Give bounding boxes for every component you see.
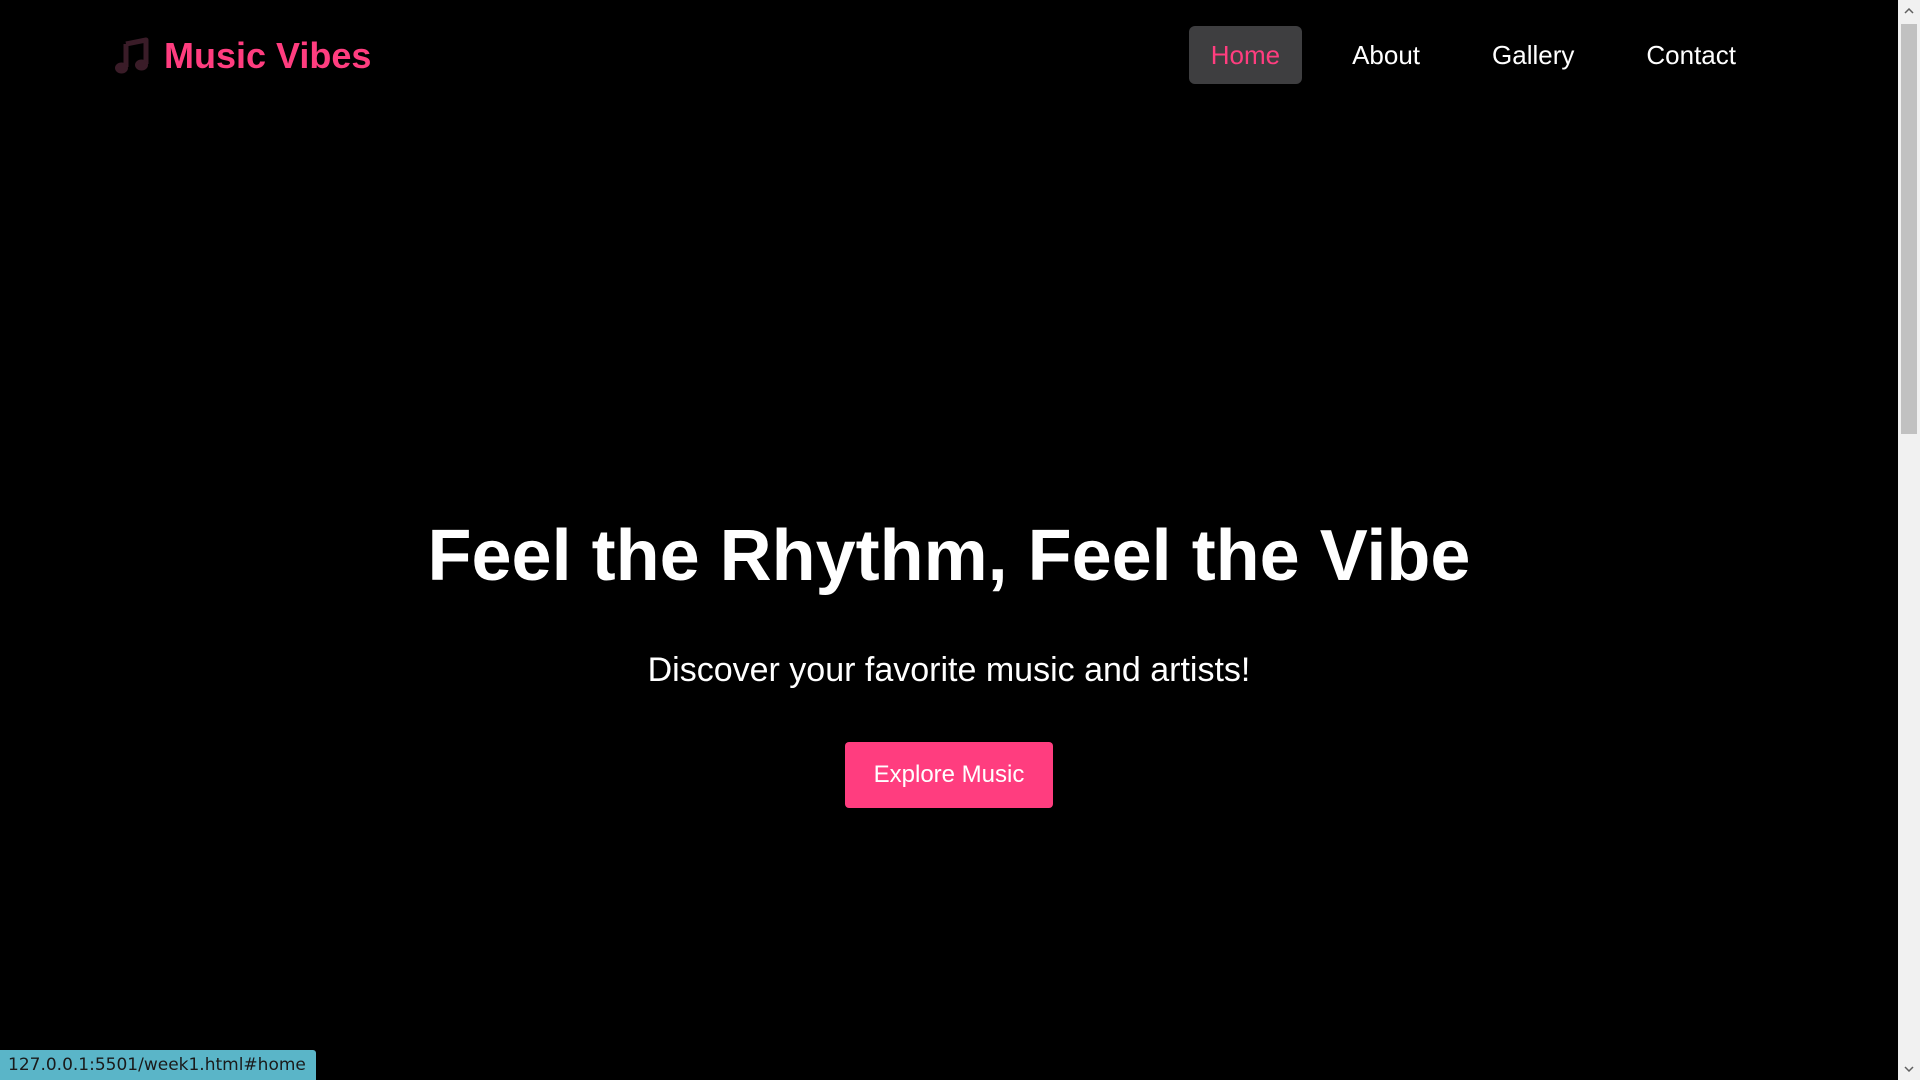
- hero-title: Feel the Rhythm, Feel the Vibe: [427, 516, 1471, 596]
- logo[interactable]: Music Vibes: [112, 34, 371, 78]
- logo-text: Music Vibes: [164, 35, 372, 76]
- hero-subtitle: Discover your favorite music and artists…: [647, 651, 1251, 689]
- music-note-icon: [112, 36, 152, 76]
- status-bar-url: 127.0.0.1:5501/week1.html#home: [0, 1050, 316, 1080]
- hero-section: Feel the Rhythm, Feel the Vibe Discover …: [0, 500, 1898, 808]
- main-nav: Home About Gallery Contact: [1188, 26, 1758, 84]
- nav-home[interactable]: Home: [1188, 26, 1303, 84]
- scroll-down-arrow-icon[interactable]: [1898, 1058, 1920, 1080]
- site-header: Music Vibes Home About Gallery Contact: [0, 0, 1898, 112]
- explore-music-button[interactable]: Explore Music: [844, 742, 1054, 808]
- nav-gallery[interactable]: Gallery: [1470, 26, 1596, 84]
- scroll-up-arrow-icon[interactable]: [1898, 0, 1920, 22]
- vertical-scrollbar[interactable]: [1898, 0, 1920, 1080]
- nav-contact[interactable]: Contact: [1624, 26, 1758, 84]
- scroll-thumb[interactable]: [1901, 24, 1917, 434]
- nav-about[interactable]: About: [1330, 26, 1442, 84]
- page-viewport: Music Vibes Home About Gallery Contact F…: [0, 0, 1898, 1080]
